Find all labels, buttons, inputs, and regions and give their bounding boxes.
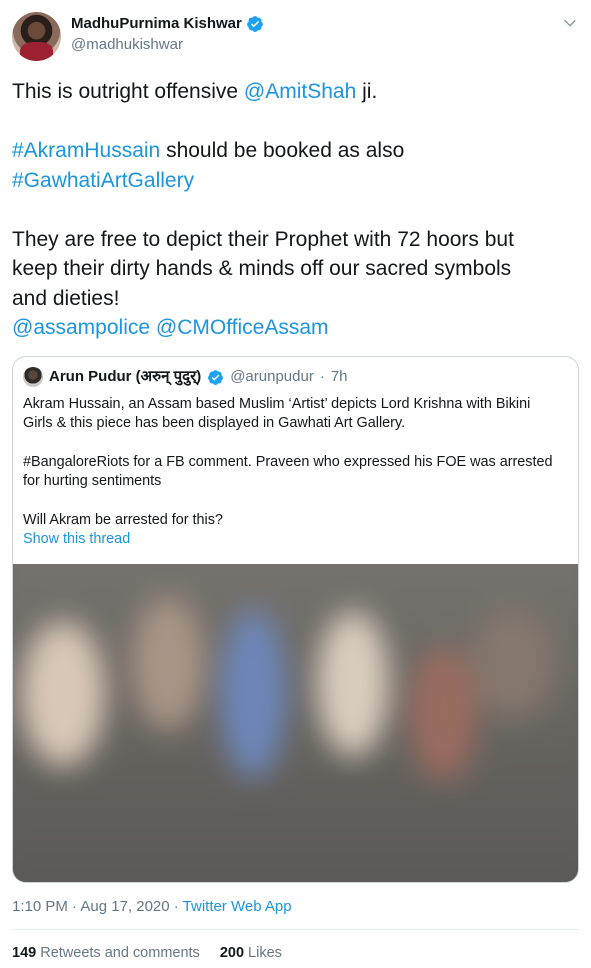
tweet-text-line: and dieties! xyxy=(12,284,582,314)
show-thread-link[interactable]: Show this thread xyxy=(23,529,130,549)
tweet-text-segment: and dieties! xyxy=(12,286,120,310)
quoted-text-line: Girls & this piece has been displayed in… xyxy=(23,415,406,432)
tweet-stats: 149 Retweets and comments 200 Likes xyxy=(12,943,282,963)
quoted-text-line: Akram Hussain, an Assam based Muslim ‘Ar… xyxy=(23,396,531,412)
tweet-text-segment: This is outright offensive xyxy=(12,80,244,103)
hashtag-link[interactable]: #GawhatiArtGallery xyxy=(12,169,194,192)
tweet-text-line: They are free to depict their Prophet wi… xyxy=(12,225,582,255)
verified-badge-icon xyxy=(246,16,263,32)
mention-link[interactable]: @AmitShah xyxy=(244,80,356,103)
quoted-body: Akram Hussain, an Assam based Muslim ‘Ar… xyxy=(23,395,568,530)
likes-label: Likes xyxy=(248,945,282,961)
quoted-author-name: Arun Pudur (अरुन् पुदुर्) xyxy=(49,368,202,385)
author-handle[interactable]: @madhukishwar xyxy=(71,35,264,55)
divider xyxy=(12,929,579,930)
quoted-tweet[interactable]: Arun Pudur (अरुन् पुदुर्) @arunpudur · 7… xyxy=(12,356,579,883)
quoted-media-image[interactable] xyxy=(13,564,578,882)
tweet-text-segment: They are free to depict their Prophet wi… xyxy=(12,227,514,251)
likes-stat[interactable]: 200 Likes xyxy=(220,945,282,961)
mention-link[interactable]: @CMOfficeAssam xyxy=(156,316,329,339)
author-display-name[interactable]: MadhuPurnima Kishwar xyxy=(71,14,264,34)
verified-badge-icon xyxy=(208,369,224,385)
author-name-text[interactable]: MadhuPurnima Kishwar xyxy=(71,14,242,34)
likes-count: 200 xyxy=(219,945,245,961)
quoted-text-line: Will Akram be arrested for this? xyxy=(23,511,223,528)
tweet-card: MadhuPurnima Kishwar @madhukishwar This … xyxy=(0,0,591,968)
retweets-stat[interactable]: 149 Retweets and comments xyxy=(12,945,200,961)
tweet-text-line: This is outright offensive @AmitShah ji. xyxy=(12,77,582,107)
quoted-text-line: #BangaloreRiots for a FB comment. Pravee… xyxy=(23,453,553,470)
retweets-label: Retweets and comments xyxy=(40,945,200,961)
tweet-text-segment: should be booked as also xyxy=(160,139,405,162)
chevron-down-icon[interactable] xyxy=(561,14,579,32)
quoted-header: Arun Pudur (अरुन् पुदुर्) @arunpudur · 7… xyxy=(23,367,348,387)
author-info[interactable]: MadhuPurnima Kishwar @madhukishwar xyxy=(71,14,264,55)
quoted-author-handle: @arunpudur xyxy=(230,368,314,385)
tweet-body: This is outright offensive @AmitShah ji.… xyxy=(12,77,582,343)
tweet-text-line: keep their dirty hands & minds off our s… xyxy=(12,254,582,284)
quoted-author-avatar xyxy=(23,367,43,387)
tweet-text-segment: ji. xyxy=(356,80,378,103)
tweet-text-line: @assampolice @CMOfficeAssam xyxy=(12,313,582,343)
tweet-text-segment: keep their dirty hands & minds off our s… xyxy=(12,257,512,280)
retweets-count: 149 xyxy=(12,945,37,961)
mention-link[interactable]: @assampolice xyxy=(12,316,150,339)
tweet-meta: 1:10 PM · Aug 17, 2020 · Twitter Web App xyxy=(12,897,292,917)
hashtag-link[interactable]: #AkramHussain xyxy=(12,139,160,162)
quoted-separator: · xyxy=(319,368,325,385)
quoted-time: 7h xyxy=(330,368,348,385)
tweet-source[interactable]: Twitter Web App xyxy=(183,898,292,915)
tweet-timestamp[interactable]: 1:10 PM · Aug 17, 2020 · xyxy=(12,898,183,915)
tweet-text-line: #GawhatiArtGallery xyxy=(12,166,582,196)
tweet-text-line: #AkramHussain should be booked as also xyxy=(12,136,582,166)
author-avatar[interactable] xyxy=(12,12,61,61)
quoted-text-line: for hurting sentiments xyxy=(23,473,162,490)
blurred-painting xyxy=(13,564,578,882)
